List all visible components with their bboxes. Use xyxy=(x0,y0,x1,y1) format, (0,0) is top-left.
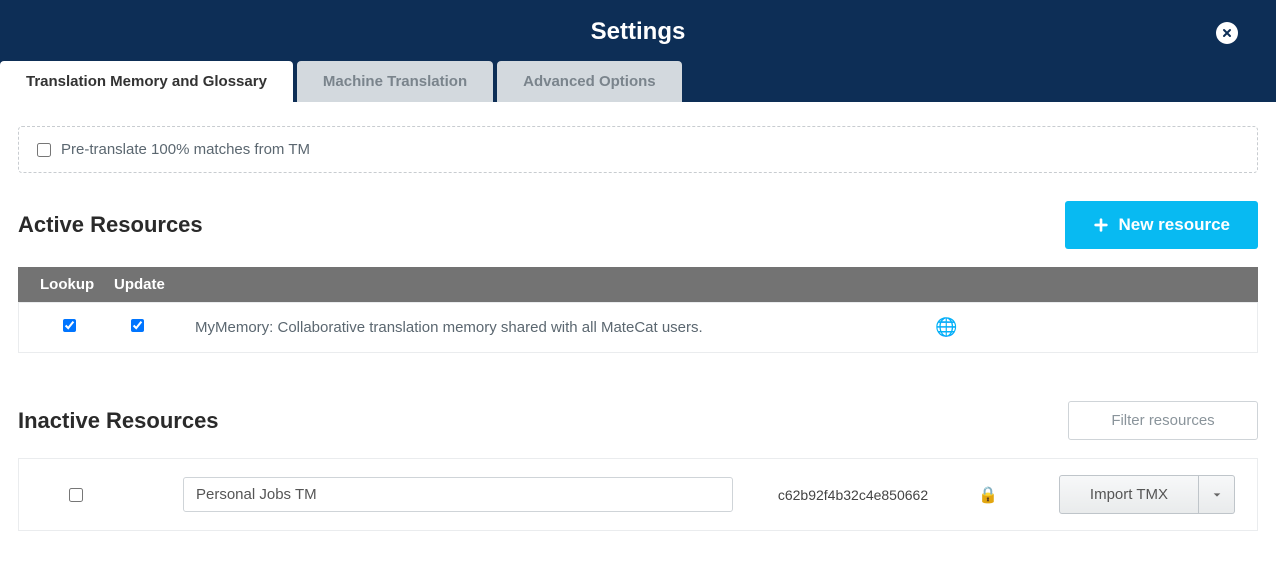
close-icon xyxy=(1221,27,1233,39)
resource-key: c62b92f4b32c4e850662 xyxy=(753,487,953,503)
header: Settings Translation Memory and Glossary… xyxy=(0,0,1276,102)
pretranslate-checkbox[interactable] xyxy=(37,143,51,157)
tab-machine-translation[interactable]: Machine Translation xyxy=(297,61,493,102)
col-header-update: Update xyxy=(114,276,174,293)
active-resource-row: MyMemory: Collaborative translation memo… xyxy=(18,302,1258,353)
plus-icon xyxy=(1093,217,1109,233)
inactive-resources-section: Inactive Resources c62b92f4b32c4e850662 … xyxy=(18,401,1258,531)
tab-advanced-options[interactable]: Advanced Options xyxy=(497,61,682,102)
active-resources-title: Active Resources xyxy=(18,212,203,238)
inactive-resources-header: Inactive Resources xyxy=(18,401,1258,440)
resource-name-input[interactable] xyxy=(183,477,733,512)
resource-description: MyMemory: Collaborative translation memo… xyxy=(167,319,935,336)
update-checkbox[interactable] xyxy=(131,319,144,332)
new-resource-label: New resource xyxy=(1119,215,1231,235)
page-title: Settings xyxy=(0,0,1276,46)
lookup-checkbox[interactable] xyxy=(63,319,76,332)
col-header-lookup: Lookup xyxy=(40,276,96,293)
enable-checkbox[interactable] xyxy=(69,488,83,502)
import-tmx-label[interactable]: Import TMX xyxy=(1059,475,1199,514)
pretranslate-option[interactable]: Pre-translate 100% matches from TM xyxy=(18,126,1258,173)
new-resource-button[interactable]: New resource xyxy=(1065,201,1259,249)
lock-icon: 🔒 xyxy=(973,485,1003,505)
inactive-resources-title: Inactive Resources xyxy=(18,408,219,434)
content: Pre-translate 100% matches from TM Activ… xyxy=(0,102,1276,531)
tab-translation-memory[interactable]: Translation Memory and Glossary xyxy=(0,61,293,102)
globe-icon: 🌐 xyxy=(935,317,957,337)
active-resources-header: Active Resources New resource xyxy=(18,201,1258,249)
import-tmx-button[interactable]: Import TMX xyxy=(1059,475,1235,514)
filter-resources-input[interactable] xyxy=(1068,401,1258,440)
pretranslate-label: Pre-translate 100% matches from TM xyxy=(61,141,310,158)
tabs: Translation Memory and Glossary Machine … xyxy=(0,61,686,102)
inactive-resource-row: c62b92f4b32c4e850662 🔒 Import TMX xyxy=(18,458,1258,531)
import-tmx-dropdown[interactable] xyxy=(1199,475,1235,514)
chevron-down-icon xyxy=(1212,490,1222,500)
active-table-header: Lookup Update xyxy=(18,267,1258,302)
close-button[interactable] xyxy=(1216,22,1238,44)
